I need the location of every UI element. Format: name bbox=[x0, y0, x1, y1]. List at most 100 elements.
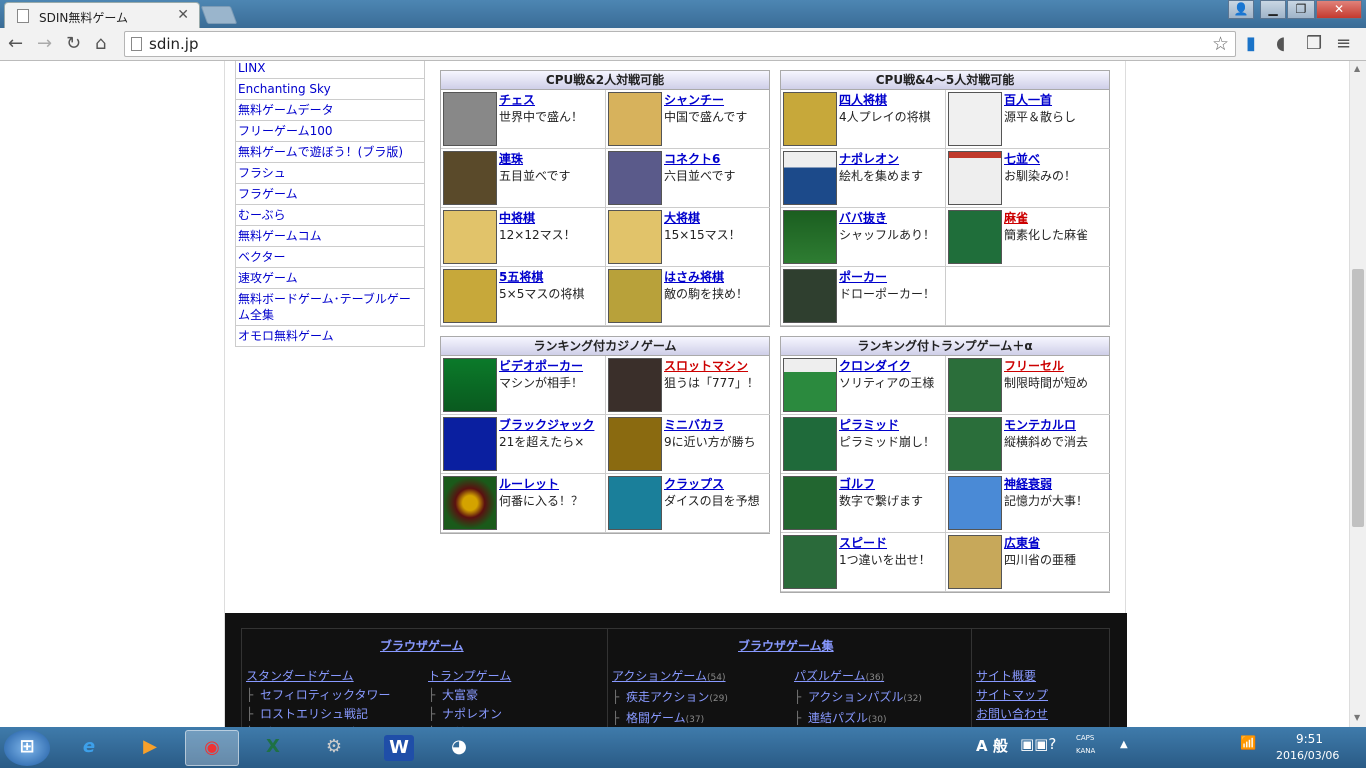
game-cell[interactable]: クロンダイク ソリティアの王様 bbox=[781, 356, 946, 415]
karuta-thumbnail[interactable] bbox=[948, 92, 1002, 146]
sidebar-link[interactable]: 無料ゲームで遊ぼう！(ブラ版) bbox=[235, 142, 425, 163]
game-link[interactable]: ルーレット bbox=[499, 475, 559, 492]
roulette-thumbnail[interactable] bbox=[443, 476, 497, 530]
game-cell[interactable]: 麻雀 簡素化した麻雀 bbox=[946, 208, 1110, 267]
videopoker-thumbnail[interactable] bbox=[443, 358, 497, 412]
footer-sub-link[interactable]: ナポレオン bbox=[428, 705, 511, 724]
extension-audio-icon[interactable]: ◖ bbox=[1276, 34, 1285, 54]
close-window-button[interactable]: ✕ bbox=[1316, 0, 1362, 19]
chess-thumbnail[interactable] bbox=[443, 92, 497, 146]
game-cell[interactable]: 中将棋 12×12マス！ bbox=[441, 208, 606, 267]
game-cell[interactable]: ルーレット 何番に入る！？ bbox=[441, 474, 606, 533]
menu-icon[interactable]: ≡ bbox=[1336, 34, 1351, 54]
extension-bookmark-icon[interactable]: ▮ bbox=[1246, 34, 1256, 54]
slot-thumbnail[interactable] bbox=[608, 358, 662, 412]
footer-sub-link[interactable]: アクションパズル(32) bbox=[794, 688, 922, 709]
scrollbar-thumb[interactable] bbox=[1352, 269, 1364, 527]
game-cell[interactable]: ビデオポーカー マシンが相手！ bbox=[441, 356, 606, 415]
shogi5-thumbnail[interactable] bbox=[443, 269, 497, 323]
game-cell[interactable]: 広東省 四川省の亜種 bbox=[946, 533, 1110, 592]
footer-site-link[interactable]: サイトマップ bbox=[976, 686, 1048, 705]
back-icon[interactable]: ← bbox=[8, 34, 23, 54]
xiangqi-thumbnail[interactable] bbox=[608, 92, 662, 146]
footer-sub-title[interactable]: 連結パズル bbox=[808, 711, 868, 725]
start-button[interactable]: ⊞ bbox=[4, 730, 50, 766]
footer-category-link[interactable]: パズルゲーム(36) bbox=[794, 667, 922, 688]
reload-icon[interactable]: ↻ bbox=[66, 34, 81, 54]
game-cell[interactable]: モンテカルロ 縦横斜めで消去 bbox=[946, 415, 1110, 474]
memory-thumbnail[interactable] bbox=[948, 476, 1002, 530]
extension-icon[interactable]: ❒ bbox=[1306, 34, 1322, 54]
game-link[interactable]: ババ抜き bbox=[839, 209, 887, 226]
game-cell[interactable]: 連珠 五目並べです bbox=[441, 149, 606, 208]
game-link[interactable]: 5五将棋 bbox=[499, 268, 543, 285]
clock-date[interactable]: 2016/03/06 bbox=[1276, 749, 1339, 762]
game-cell[interactable]: ミニバカラ 9に近い方が勝ち bbox=[606, 415, 770, 474]
footer-category-title[interactable]: スタンダードゲーム bbox=[246, 669, 354, 683]
sidebar-link[interactable]: LINX bbox=[235, 61, 425, 79]
footer-category-title[interactable]: トランプゲーム bbox=[428, 669, 511, 683]
baccarat-thumbnail[interactable] bbox=[608, 417, 662, 471]
game-link[interactable]: スピード bbox=[839, 534, 887, 551]
game-cell[interactable]: シャンチー 中国で盛んです bbox=[606, 90, 770, 149]
game-link[interactable]: シャンチー bbox=[664, 91, 724, 108]
game-cell[interactable]: ババ抜き シャッフルあり！ bbox=[781, 208, 946, 267]
internet-explorer-icon[interactable]: e bbox=[62, 730, 116, 766]
gomoku-thumbnail[interactable] bbox=[443, 151, 497, 205]
game-link[interactable]: 百人一首 bbox=[1004, 91, 1052, 108]
game-link[interactable]: クロンダイク bbox=[839, 357, 911, 374]
footer-sub-link[interactable]: ロストエリシュ戦記 bbox=[246, 705, 391, 724]
sidebar-link[interactable]: オモロ無料ゲーム bbox=[235, 326, 425, 347]
game-cell[interactable]: 七並べ お馴染みの！ bbox=[946, 149, 1110, 208]
game-link[interactable]: 広東省 bbox=[1004, 534, 1040, 551]
game-cell[interactable]: 神経衰弱 記憶力が大事！ bbox=[946, 474, 1110, 533]
excel-icon[interactable]: X bbox=[246, 730, 300, 766]
clock-time[interactable]: 9:51 bbox=[1296, 732, 1323, 746]
game-cell[interactable]: クラップス ダイスの目を予想 bbox=[606, 474, 770, 533]
sidebar-link[interactable]: 無料ゲームデータ bbox=[235, 100, 425, 121]
footer-sub-link[interactable]: 大富豪 bbox=[428, 686, 511, 705]
user-icon[interactable]: 👤 bbox=[1228, 0, 1254, 19]
sevens-thumbnail[interactable] bbox=[948, 151, 1002, 205]
url-input[interactable] bbox=[149, 35, 1209, 53]
home-icon[interactable]: ⌂ bbox=[95, 34, 106, 54]
freecell-thumbnail[interactable] bbox=[948, 358, 1002, 412]
poker-thumbnail[interactable] bbox=[783, 269, 837, 323]
game-cell[interactable]: ゴルフ 数字で繋げます bbox=[781, 474, 946, 533]
footer-category-link[interactable]: トランプゲーム bbox=[428, 667, 511, 686]
footer-site-link[interactable]: サイト概要 bbox=[976, 667, 1048, 686]
game-cell[interactable]: コネクト6 六目並べです bbox=[606, 149, 770, 208]
forward-icon[interactable]: → bbox=[37, 34, 52, 54]
footer-category-link[interactable]: アクションゲーム(54) bbox=[612, 667, 763, 688]
network-icon[interactable]: 📶 bbox=[1240, 736, 1256, 751]
game-link[interactable]: コネクト6 bbox=[664, 150, 720, 167]
game-link[interactable]: ブラックジャック bbox=[499, 416, 594, 433]
mahjong-thumbnail[interactable] bbox=[948, 210, 1002, 264]
sidebar-link[interactable]: フリーゲーム100 bbox=[235, 121, 425, 142]
blackjack-thumbnail[interactable] bbox=[443, 417, 497, 471]
scroll-down-icon[interactable]: ▼ bbox=[1354, 713, 1360, 722]
game-cell[interactable]: 大将棋 15×15マス！ bbox=[606, 208, 770, 267]
game-cell[interactable]: チェス 世界中で盛ん！ bbox=[441, 90, 606, 149]
footer-sub-link[interactable]: セフィロティックタワー bbox=[246, 686, 391, 705]
game-link[interactable]: ナポレオン bbox=[839, 150, 899, 167]
game-cell[interactable]: スロットマシン 狙うは「777」！ bbox=[606, 356, 770, 415]
close-tab-icon[interactable]: ✕ bbox=[177, 7, 189, 23]
media-player-icon[interactable]: ▶ bbox=[123, 730, 177, 766]
sidebar-link[interactable]: ベクター bbox=[235, 247, 425, 268]
footer-sub-link[interactable]: 格闘ゲーム(37) bbox=[612, 709, 763, 727]
craps-thumbnail[interactable] bbox=[608, 476, 662, 530]
chrome-icon[interactable]: ◉ bbox=[185, 730, 239, 766]
game-cell[interactable]: 百人一首 源平＆散らし bbox=[946, 90, 1110, 149]
game-cell[interactable]: ピラミッド ピラミッド崩し！ bbox=[781, 415, 946, 474]
game-link[interactable]: フリーセル bbox=[1004, 357, 1064, 374]
sidebar-link[interactable]: フラシュ bbox=[235, 163, 425, 184]
oldmaid-thumbnail[interactable] bbox=[783, 210, 837, 264]
tool-icon[interactable]: ⚙ bbox=[307, 730, 361, 766]
game-link[interactable]: 四人将棋 bbox=[839, 91, 887, 108]
shogi5-thumbnail[interactable] bbox=[783, 92, 837, 146]
montecarlo-thumbnail[interactable] bbox=[948, 417, 1002, 471]
footer-heading-browser-games[interactable]: ブラウザゲーム bbox=[380, 637, 464, 654]
napoleon-thumbnail[interactable] bbox=[783, 151, 837, 205]
game-link[interactable]: ゴルフ bbox=[839, 475, 875, 492]
